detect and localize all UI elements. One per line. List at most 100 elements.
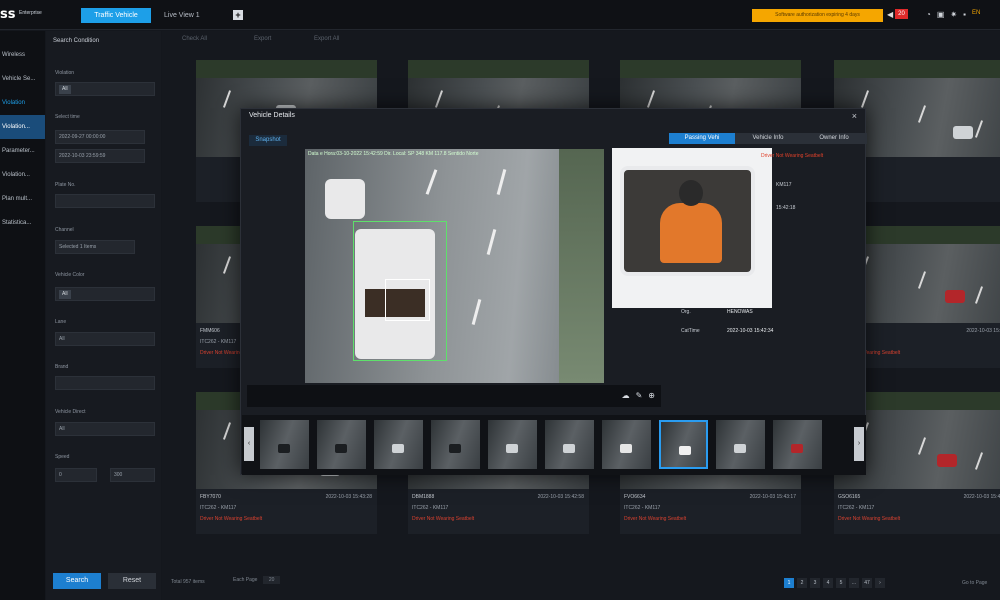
user-label[interactable]: EN [972,10,980,19]
card-location: ITC262 - KM117 [838,505,875,511]
snapshot-overlay-text: Data e Hora:03-10-2022 15:42:59 Dir. Loc… [308,151,479,157]
nav-item-statistics[interactable]: Statistica... [0,211,45,235]
brand-label: Brand [55,364,69,370]
card-location: ITC262 - KM117 [200,505,237,511]
card-event: Driver Not Wearing Seatbelt [200,516,263,522]
page-button[interactable]: 5 [836,578,846,588]
snapshot-image[interactable]: Data e Hora:03-10-2022 15:42:59 Dir. Loc… [305,149,604,383]
plate-input[interactable] [55,194,155,208]
strip-thumbnail[interactable] [602,420,651,469]
tab-traffic-vehicle[interactable]: Traffic Vehicle [81,8,151,23]
chevron-right-icon[interactable]: › [854,427,864,461]
strip-thumbnail[interactable] [545,420,594,469]
info-line: KM117 [776,182,792,188]
download-icon[interactable]: ◔ [926,10,931,19]
zoom-icon[interactable]: ⊕ [648,391,655,400]
left-nav: Wireless Vehicle Se... Violation Violati… [0,31,45,600]
card-location: ITC262 - KM117 [624,505,661,511]
goto-page[interactable]: Go to Page [962,580,987,586]
brand-input[interactable] [55,376,155,390]
license-notice[interactable]: Software authorization expiring 4 days [752,9,883,22]
add-tab-icon[interactable]: + [233,10,243,20]
card-time: 2022-10-03 15:43:17 [749,494,796,500]
strip-thumbnail[interactable] [374,420,423,469]
close-icon[interactable]: × [852,111,857,121]
tab-passing-vehicle[interactable]: Passing Vehi [669,133,735,144]
page-button[interactable]: 4 [823,578,833,588]
time-start-input[interactable]: 2022-09-27 00:00:00 [55,130,145,144]
alarm-indicator[interactable]: ◀ 20 [887,9,908,19]
pagination: 1 2 3 4 5 ... 47 › [784,578,885,588]
nav-item-plan[interactable]: Plan mult... [0,187,45,211]
image-toolbar: ☁ ✎ ⊕ [247,385,661,407]
channel-label: Channel [55,227,74,233]
strip-thumbnail[interactable] [317,420,366,469]
page-button[interactable]: 1 [784,578,794,588]
page-button[interactable]: 2 [797,578,807,588]
strip-thumbnail[interactable] [260,420,309,469]
plate-label: Plate No. [55,182,76,188]
channel-select[interactable]: Selected 1 Items [55,240,135,254]
top-bar: ss Enterprise Traffic Vehicle Live View … [0,0,1000,30]
alarm-count-badge: 20 [895,9,908,19]
per-page-label: Each Page [233,577,258,583]
search-title: Search Condition [53,38,100,44]
tab-owner-info[interactable]: Owner Info [801,133,867,144]
per-page-selector[interactable]: Each Page 20 [233,576,281,584]
nav-item-violation[interactable]: Violation [0,91,45,115]
violation-select[interactable]: All [55,82,155,96]
card-plate: DBM1888 [412,494,435,500]
nav-item-wireless[interactable]: Wireless [0,43,45,67]
card-event: Driver Not Wearing Seatbelt [838,516,901,522]
lane-select[interactable]: All [55,332,155,346]
tab-snapshot[interactable]: Snapshot [249,135,287,146]
reset-button[interactable]: Reset [108,573,156,589]
speed-max-input[interactable]: 300 [110,468,155,482]
lock-icon[interactable]: ▣ [937,10,945,19]
org-value: HENOWAS [727,309,753,315]
direct-select[interactable]: All [55,422,155,436]
strip-thumbnail[interactable] [488,420,537,469]
speaker-icon: ◀ [887,9,894,19]
nav-item-violation-search[interactable]: Violation... [0,115,45,139]
card-plate: FBY7070 [200,494,221,500]
top-icons: ◔ ▣ ✷ ▪ EN [926,10,980,19]
page-button[interactable]: 3 [810,578,820,588]
card-time: 2022-10-03 15:42:5 [966,328,1000,334]
speed-label: Speed [55,454,70,460]
color-select[interactable]: All [55,287,155,301]
tab-vehicle-info[interactable]: Vehicle Info [735,133,801,144]
user-icon[interactable]: ▪ [963,10,966,19]
gear-icon[interactable]: ✷ [950,10,957,19]
page-button[interactable]: 47 [862,578,872,588]
nav-item-vehicle-search[interactable]: Vehicle Se... [0,67,45,91]
captime-value: 2022-10-03 15:42:34 [727,328,774,334]
tab-live-view[interactable]: Live View 1 [164,8,224,23]
export-all-button[interactable]: Export All [314,36,339,42]
card-time: 2022-10-03 15:43:28 [325,494,372,500]
card-plate: FVO6634 [624,494,646,500]
time-end-input[interactable]: 2022-10-03 23:59:59 [55,149,145,163]
per-page-value: 20 [262,576,281,584]
modal-title: Vehicle Details [249,112,295,119]
download-icon[interactable]: ☁ [622,391,630,400]
nav-item-parameter[interactable]: Parameter... [0,139,45,163]
driver-crop-image[interactable] [612,148,772,308]
strip-thumbnail[interactable] [716,420,765,469]
strip-thumbnail[interactable] [773,420,822,469]
search-button[interactable]: Search [53,573,101,589]
export-button[interactable]: Export [254,36,271,42]
modal-tabs: Passing Vehi Vehicle Info Owner Info [669,133,867,144]
snapshot-strip: ‹ › [242,415,866,475]
next-page-icon[interactable]: › [875,578,885,588]
card-event: Driver Not Wearing Seatbelt [412,516,475,522]
pen-icon[interactable]: ✎ [636,391,643,400]
violation-label: Violation [55,70,75,76]
speed-min-input[interactable]: 0 [55,468,97,482]
chevron-left-icon[interactable]: ‹ [244,427,254,461]
strip-thumbnail[interactable] [431,420,480,469]
nav-item-violation-2[interactable]: Violation... [0,163,45,187]
card-plate: FMM606 [200,328,220,334]
check-all-button[interactable]: Check All [182,36,207,42]
strip-thumbnail[interactable] [659,420,708,469]
